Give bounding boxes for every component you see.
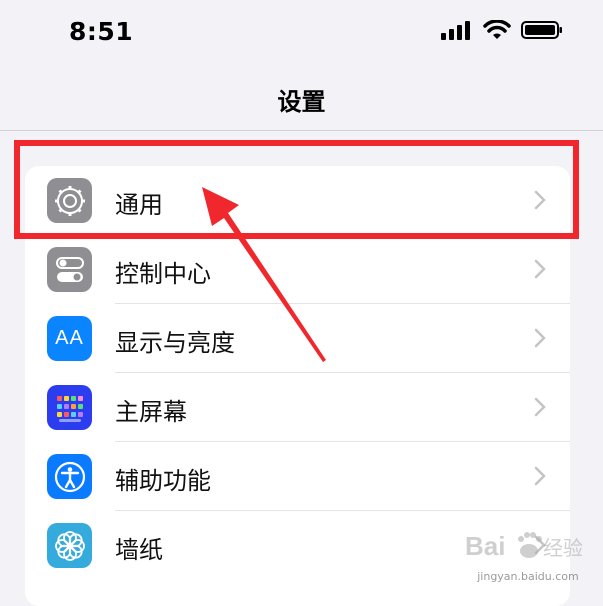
status-icons [441, 20, 563, 40]
flower-icon [47, 523, 92, 568]
svg-text:Bai: Bai [465, 531, 505, 561]
settings-item-display-brightness[interactable]: AA 显示与亮度 [25, 304, 570, 373]
gear-icon [47, 178, 92, 223]
watermark: Bai 经验 jingyan.baidu.com [463, 523, 593, 583]
home-screen-grid-icon [47, 385, 92, 430]
settings-item-control-center[interactable]: 控制中心 [25, 235, 570, 304]
status-bar: 8:51 [0, 0, 603, 66]
text-size-glyph: AA [55, 327, 84, 349]
signal-icon [441, 21, 470, 40]
settings-item-label: 控制中心 [115, 260, 211, 288]
accessibility-icon [47, 454, 92, 499]
chevron-right-icon [534, 328, 546, 348]
watermark-site: jingyan.baidu.com [477, 570, 579, 583]
nav-divider [0, 130, 603, 131]
page-title: 设置 [277, 88, 326, 116]
chevron-right-icon [534, 259, 546, 279]
settings-item-general[interactable]: 通用 [25, 166, 570, 235]
settings-item-label: 主屏幕 [115, 398, 187, 426]
svg-text:经验: 经验 [543, 536, 583, 560]
settings-item-accessibility[interactable]: 辅助功能 [25, 442, 570, 511]
chevron-right-icon [534, 397, 546, 417]
toggles-icon [47, 247, 92, 292]
baidu-paw-logo: Bai 经验 [465, 531, 583, 561]
battery-icon [521, 21, 562, 39]
status-time: 8:51 [69, 17, 134, 46]
chevron-right-icon [534, 190, 546, 210]
text-size-icon: AA [47, 316, 92, 361]
settings-item-home-screen[interactable]: 主屏幕 [25, 373, 570, 442]
chevron-right-icon [534, 466, 546, 486]
settings-item-label: 辅助功能 [115, 467, 211, 495]
settings-item-label: 通用 [115, 191, 163, 219]
wifi-icon [483, 20, 511, 39]
settings-item-label: 显示与亮度 [115, 329, 235, 357]
settings-item-label: 墙纸 [115, 536, 163, 564]
